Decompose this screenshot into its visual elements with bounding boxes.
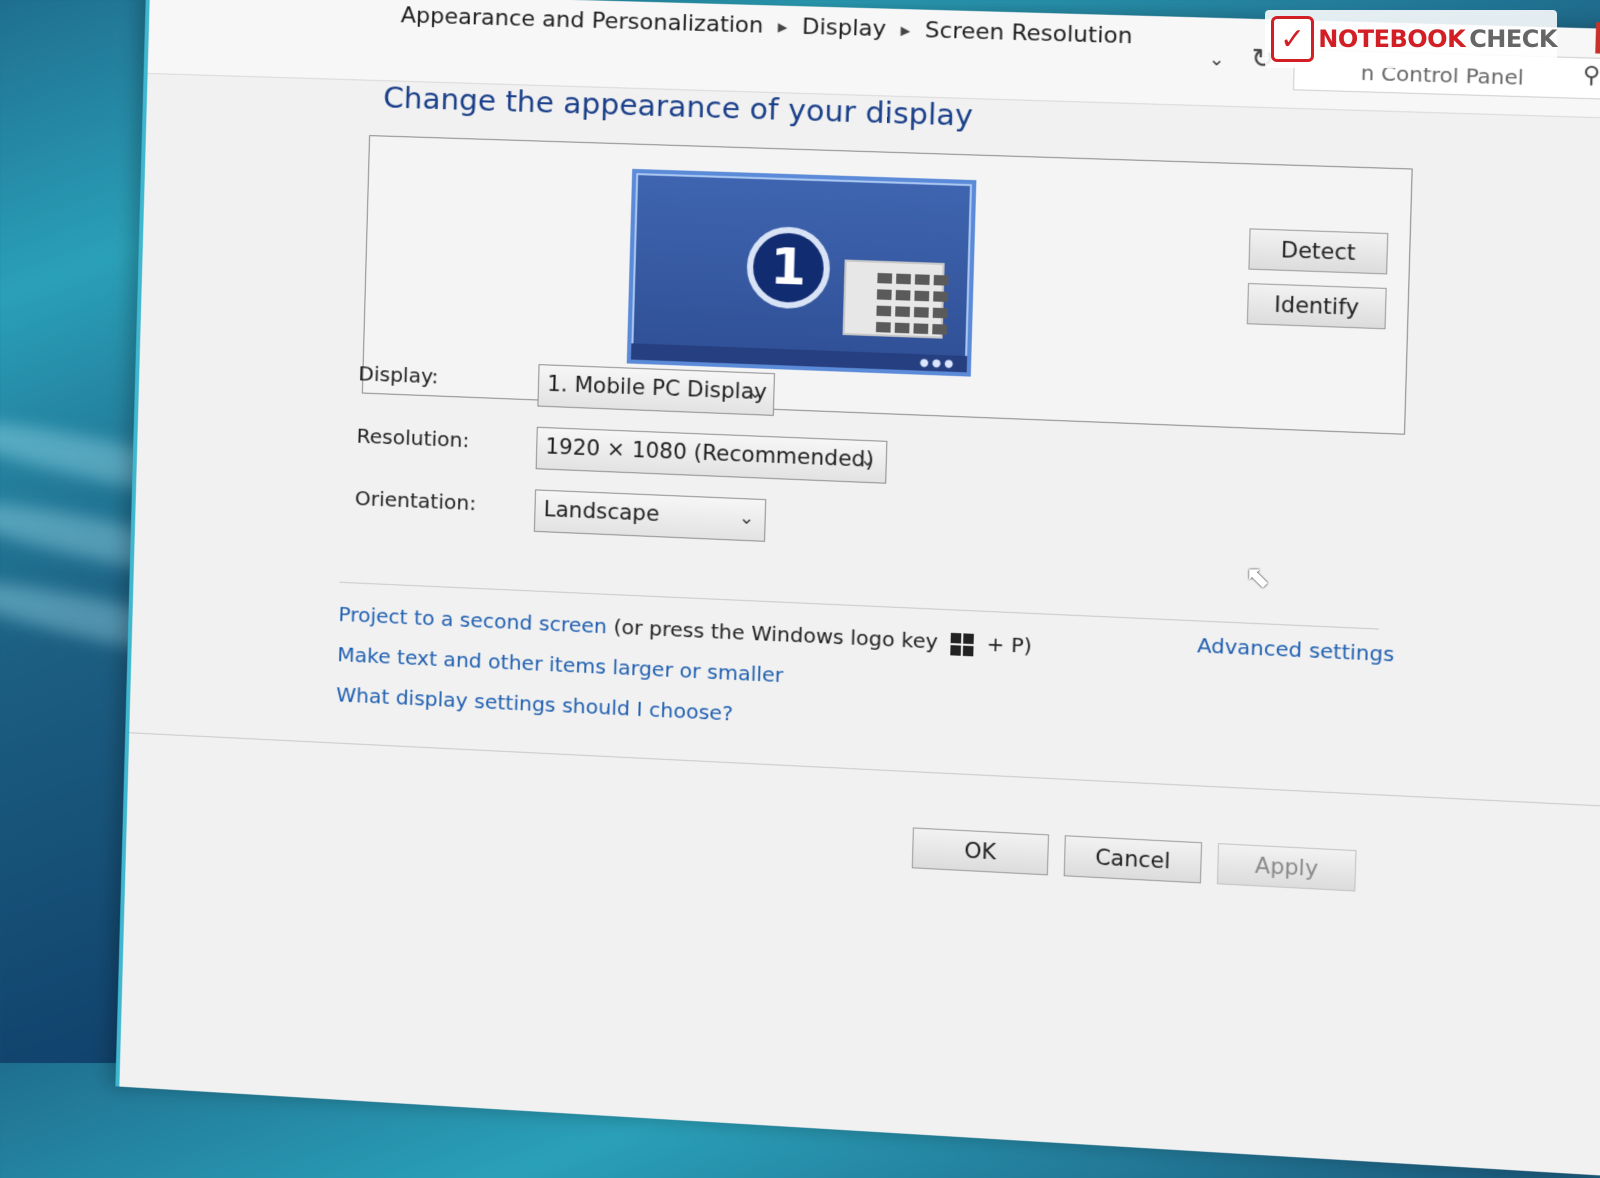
orientation-select-value: Landscape (543, 497, 659, 526)
breadcrumb-separator-icon[interactable]: ▶ (778, 19, 788, 34)
breadcrumb: Appearance and Personalization ▶ Display… (400, 3, 1132, 49)
text-size-link[interactable]: Make text and other items larger or smal… (337, 642, 784, 687)
help-link[interactable]: What display settings should I choose? (336, 682, 733, 725)
identify-button[interactable]: Identify (1247, 283, 1387, 329)
project-second-screen-link[interactable]: Project to a second screen (338, 602, 607, 639)
chevron-down-icon: ⌄ (738, 507, 754, 529)
notebookcheck-logo-icon: ✓ (1271, 16, 1314, 62)
display-select-value: 1. Mobile PC Display (547, 372, 767, 405)
breadcrumb-appearance[interactable]: Appearance and Personalization (400, 3, 763, 39)
breadcrumb-screen-resolution[interactable]: Screen Resolution (925, 18, 1133, 50)
ok-button[interactable]: OK (912, 827, 1049, 875)
monitor-dots-icon: ●●● (920, 357, 957, 370)
chevron-down-icon: ⌄ (747, 381, 763, 403)
project-hint-shortcut: + P) (986, 631, 1032, 658)
display-select[interactable]: 1. Mobile PC Display ⌄ (537, 364, 775, 416)
watermark-brand-red: NOTEBOOK (1318, 25, 1465, 53)
breadcrumb-display[interactable]: Display (802, 14, 887, 42)
watermark-brand-grey: CHECK (1469, 25, 1557, 53)
resolution-select[interactable]: 1920 × 1080 (Recommended) ⌄ (536, 427, 888, 484)
breadcrumb-separator-icon[interactable]: ▶ (901, 23, 911, 38)
monitor-arrangement-panel: 1 ●●● Detect Identify (362, 135, 1413, 435)
orientation-label: Orientation: (355, 486, 477, 515)
resolution-select-value: 1920 × 1080 (Recommended) (545, 434, 874, 472)
close-button[interactable] (1595, 22, 1600, 55)
cancel-button[interactable]: Cancel (1064, 835, 1202, 883)
monitor-number: 1 (746, 226, 831, 310)
monitor-taskbar: ●●● (631, 343, 967, 372)
apply-button[interactable]: Apply (1217, 843, 1357, 891)
resolution-label: Resolution: (356, 424, 469, 453)
start-screen-tiles-icon (843, 260, 945, 339)
advanced-settings-link[interactable]: Advanced settings (1197, 633, 1395, 667)
display-label: Display: (358, 361, 439, 388)
detect-button[interactable]: Detect (1248, 228, 1388, 274)
screen-resolution-window: Appearance and Personalization ▶ Display… (119, 0, 1600, 1176)
mouse-cursor-icon: ⬉ (1245, 560, 1270, 595)
orientation-select[interactable]: Landscape ⌄ (534, 489, 766, 541)
notebookcheck-watermark: ✓ NOTEBOOK CHECK (1265, 10, 1557, 68)
chevron-down-icon: ⌄ (859, 449, 875, 471)
footer-divider (129, 732, 1600, 806)
monitor-1-thumbnail[interactable]: 1 ●●● (627, 169, 977, 377)
address-history-chevron-down-icon[interactable]: ⌄ (1208, 49, 1225, 71)
search-icon[interactable]: ⚲ (1582, 62, 1600, 89)
windows-logo-icon (951, 632, 975, 656)
project-hint-text: (or press the Windows logo key (613, 614, 938, 653)
